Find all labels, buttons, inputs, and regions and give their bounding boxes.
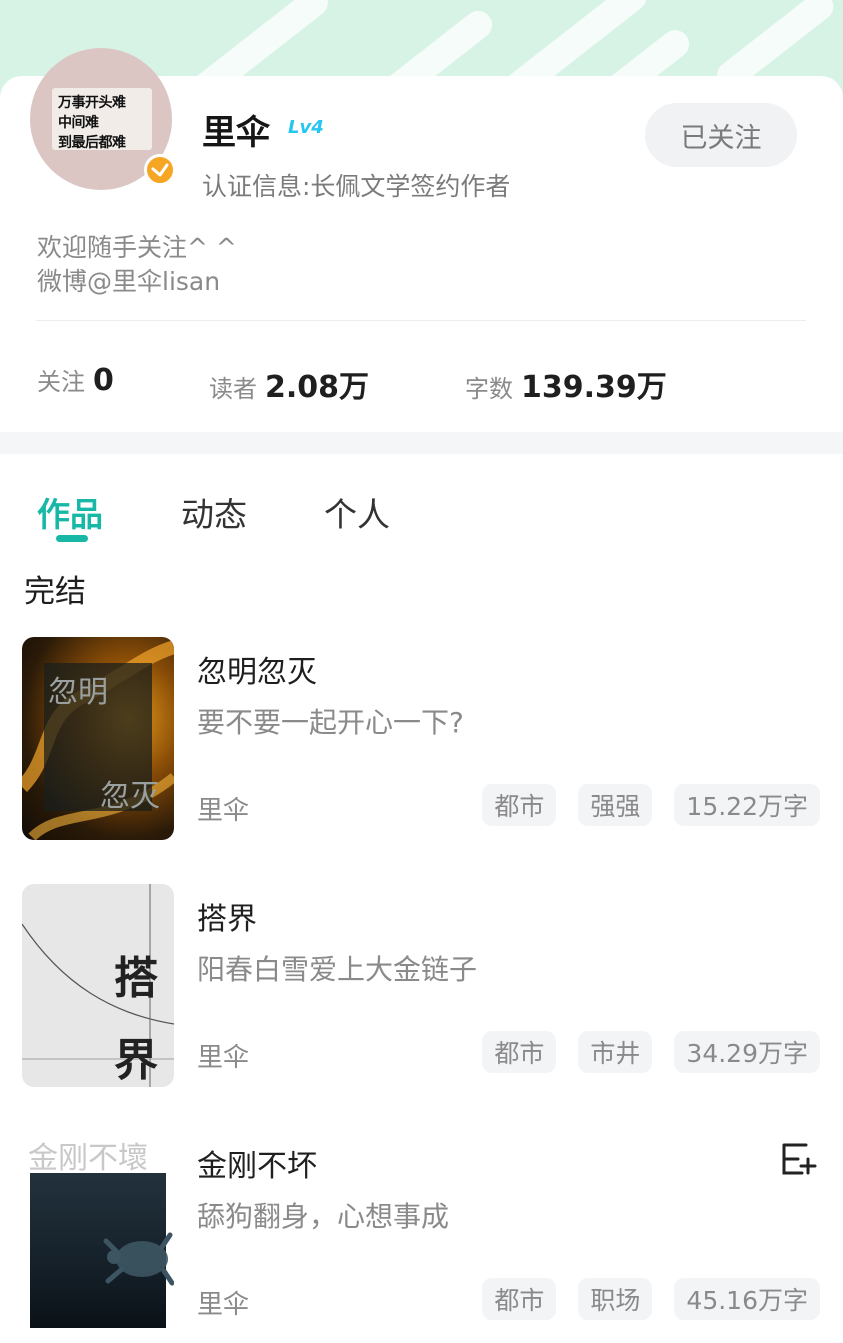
stat-label: 字数: [465, 375, 513, 403]
tag[interactable]: 都市: [482, 1031, 557, 1073]
book-title[interactable]: 搭界: [197, 894, 257, 938]
word-count-tag: 45.16万字: [674, 1278, 820, 1320]
book-description: 阳春白雪爱上大金链子: [197, 953, 478, 986]
avatar-text: 到最后都难: [58, 135, 126, 151]
level-badge: Lv4: [288, 117, 324, 138]
book-item[interactable]: 搭 界 搭界 阳春白雪爱上大金链子 里伞 都市 市井 34.29万字: [0, 884, 843, 1089]
word-count-tag: 34.29万字: [674, 1031, 820, 1073]
stat-value: 2.08万: [265, 370, 370, 405]
cover-title: 忽灭: [100, 779, 160, 814]
stat-value: 0: [93, 363, 114, 398]
book-title[interactable]: 金刚不坏: [197, 1141, 317, 1185]
tag[interactable]: 都市: [482, 1278, 557, 1320]
tag[interactable]: 市井: [578, 1031, 653, 1073]
verified-badge-icon: [144, 154, 176, 186]
tab-personal[interactable]: 个人: [324, 488, 390, 536]
bio-line: 欢迎随手关注^ ^: [37, 233, 237, 262]
stat-following[interactable]: 关注 0: [37, 362, 114, 398]
bio-line: 微博@里伞lisan: [37, 267, 221, 296]
book-item[interactable]: 忽明 忽灭 忽明忽灭 要不要一起开心一下? 里伞 都市 强强 15.22万字: [0, 637, 843, 842]
book-title[interactable]: 忽明忽灭: [197, 647, 317, 691]
stat-word-count: 字数 139.39万: [465, 362, 667, 406]
book-item[interactable]: 金刚不壞 金刚不坏 舔狗翻身，心想事成 里伞 都市 职场 45.16万字: [0, 1131, 843, 1336]
book-author[interactable]: 里伞: [197, 790, 249, 827]
cover-title: 忽明: [48, 675, 108, 710]
cover-title: 界: [114, 1035, 158, 1086]
stat-label: 关注: [37, 368, 85, 396]
follow-button[interactable]: 已关注: [645, 103, 797, 167]
avatar-text: 中间难: [58, 115, 99, 131]
word-count-tag: 15.22万字: [674, 784, 820, 826]
cover-title: 搭: [114, 953, 158, 1004]
avatar-text: 万事开头难: [58, 95, 126, 111]
tag[interactable]: 都市: [482, 784, 557, 826]
book-cover[interactable]: 忽明 忽灭: [22, 637, 174, 840]
section-separator: [0, 432, 843, 454]
book-cover[interactable]: 金刚不壞: [22, 1131, 174, 1334]
certification-text: 认证信息:长佩文学签约作者: [202, 172, 511, 201]
active-tab-indicator: [56, 535, 88, 542]
stat-readers[interactable]: 读者 2.08万: [209, 362, 369, 406]
book-description: 要不要一起开心一下?: [197, 706, 464, 739]
book-author[interactable]: 里伞: [197, 1037, 249, 1074]
book-description: 舔狗翻身，心想事成: [197, 1200, 450, 1233]
book-tags: 都市 职场 45.16万字: [482, 1278, 820, 1320]
add-to-shelf-icon[interactable]: [780, 1139, 818, 1177]
book-tags: 都市 强强 15.22万字: [482, 784, 820, 826]
stat-label: 读者: [209, 375, 257, 403]
stat-value: 139.39万: [521, 370, 667, 405]
tag[interactable]: 职场: [578, 1278, 653, 1320]
book-tags: 都市 市井 34.29万字: [482, 1031, 820, 1073]
author-name: 里伞: [202, 113, 270, 153]
tag[interactable]: 强强: [578, 784, 653, 826]
tab-activity[interactable]: 动态: [181, 488, 247, 536]
book-author[interactable]: 里伞: [197, 1284, 249, 1321]
cover-title: 金刚不壞: [28, 1141, 148, 1176]
divider: [36, 320, 806, 321]
section-title: 完结: [24, 574, 86, 610]
book-cover[interactable]: 搭 界: [22, 884, 174, 1087]
tab-works[interactable]: 作品: [37, 488, 103, 536]
